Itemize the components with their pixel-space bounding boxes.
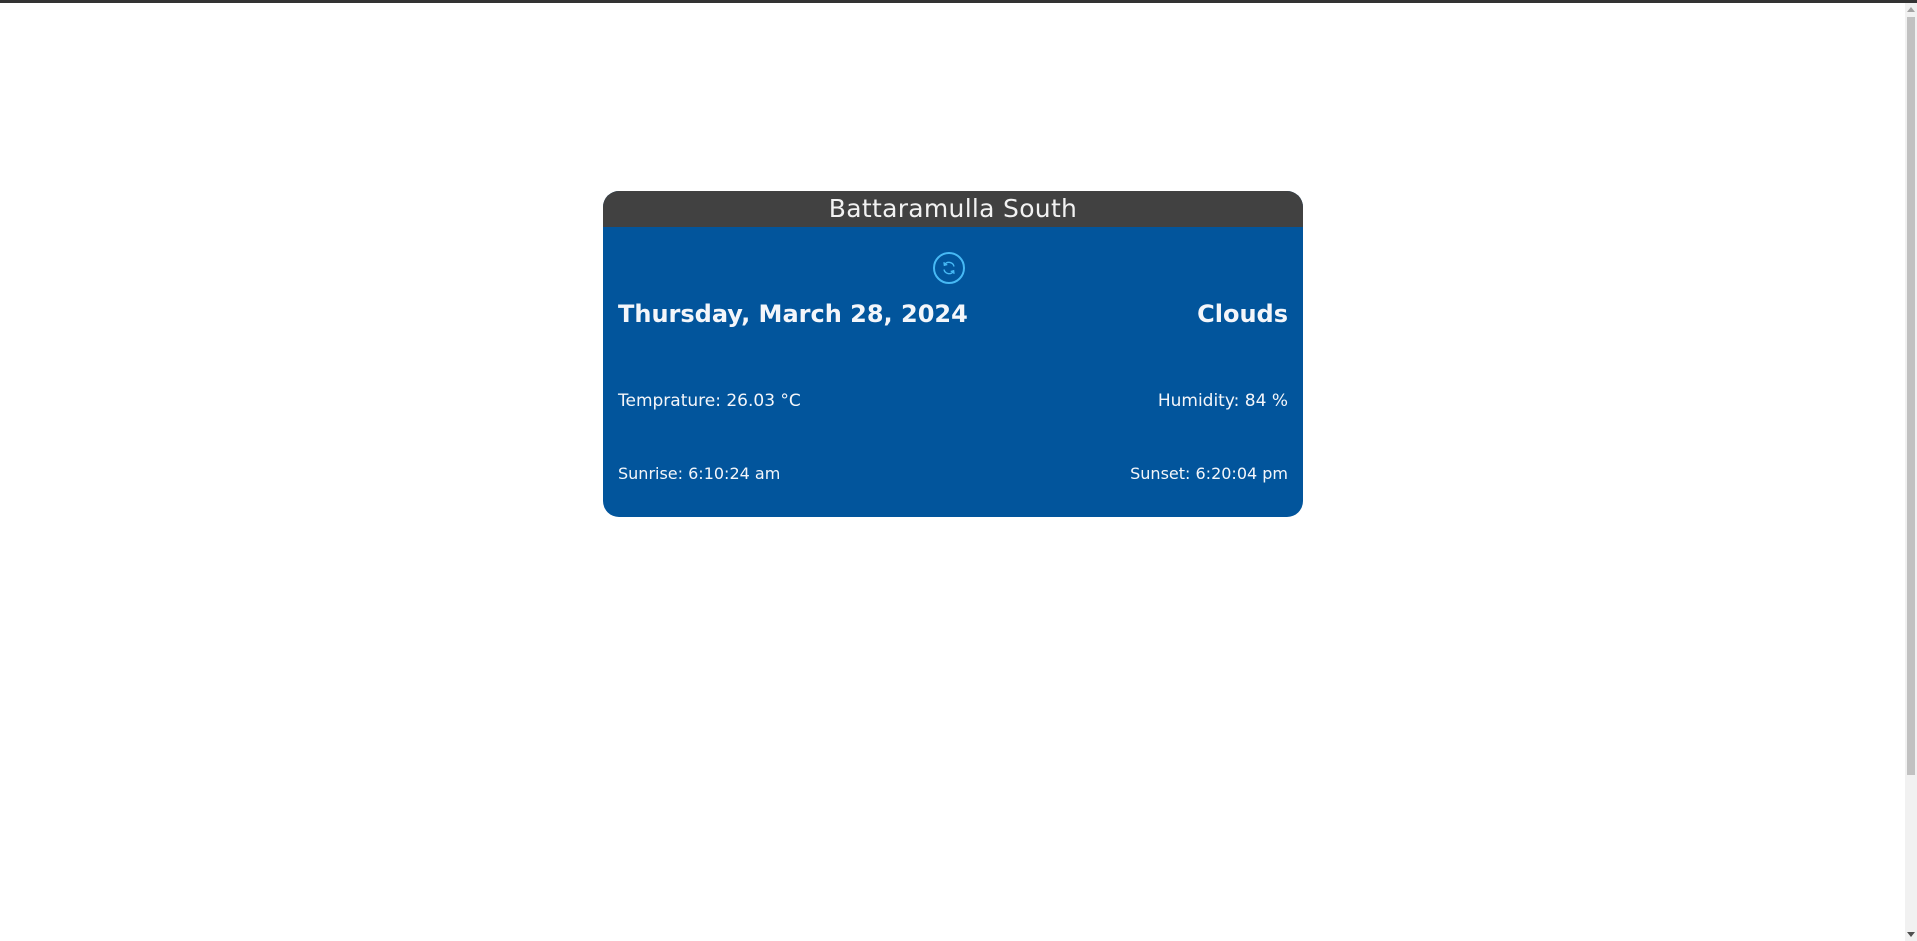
refresh-icon [943, 261, 955, 275]
vertical-scrollbar[interactable] [1905, 3, 1917, 941]
sunset-time: Sunset: 6:20:04 pm [1130, 464, 1288, 483]
page: Battaramulla South Thursday, March 28, 2… [0, 0, 1905, 941]
temperature-value: Temprature: 26.03 °C [618, 391, 801, 411]
scroll-up-icon[interactable] [1907, 7, 1915, 12]
date-label: Thursday, March 28, 2024 [618, 300, 968, 328]
sunrise-time: Sunrise: 6:10:24 am [618, 464, 781, 483]
weather-condition: Clouds [1197, 300, 1288, 328]
scroll-down-icon[interactable] [1907, 932, 1915, 937]
humidity-value: Humidity: 84 % [1157, 391, 1288, 411]
scrollbar-thumb[interactable] [1907, 17, 1915, 775]
location-title: Battaramulla South [603, 191, 1303, 227]
weather-card-body: Thursday, March 28, 2024 Clouds Tempratu… [603, 227, 1303, 517]
refresh-button[interactable] [933, 252, 965, 284]
weather-card: Battaramulla South Thursday, March 28, 2… [603, 191, 1303, 517]
